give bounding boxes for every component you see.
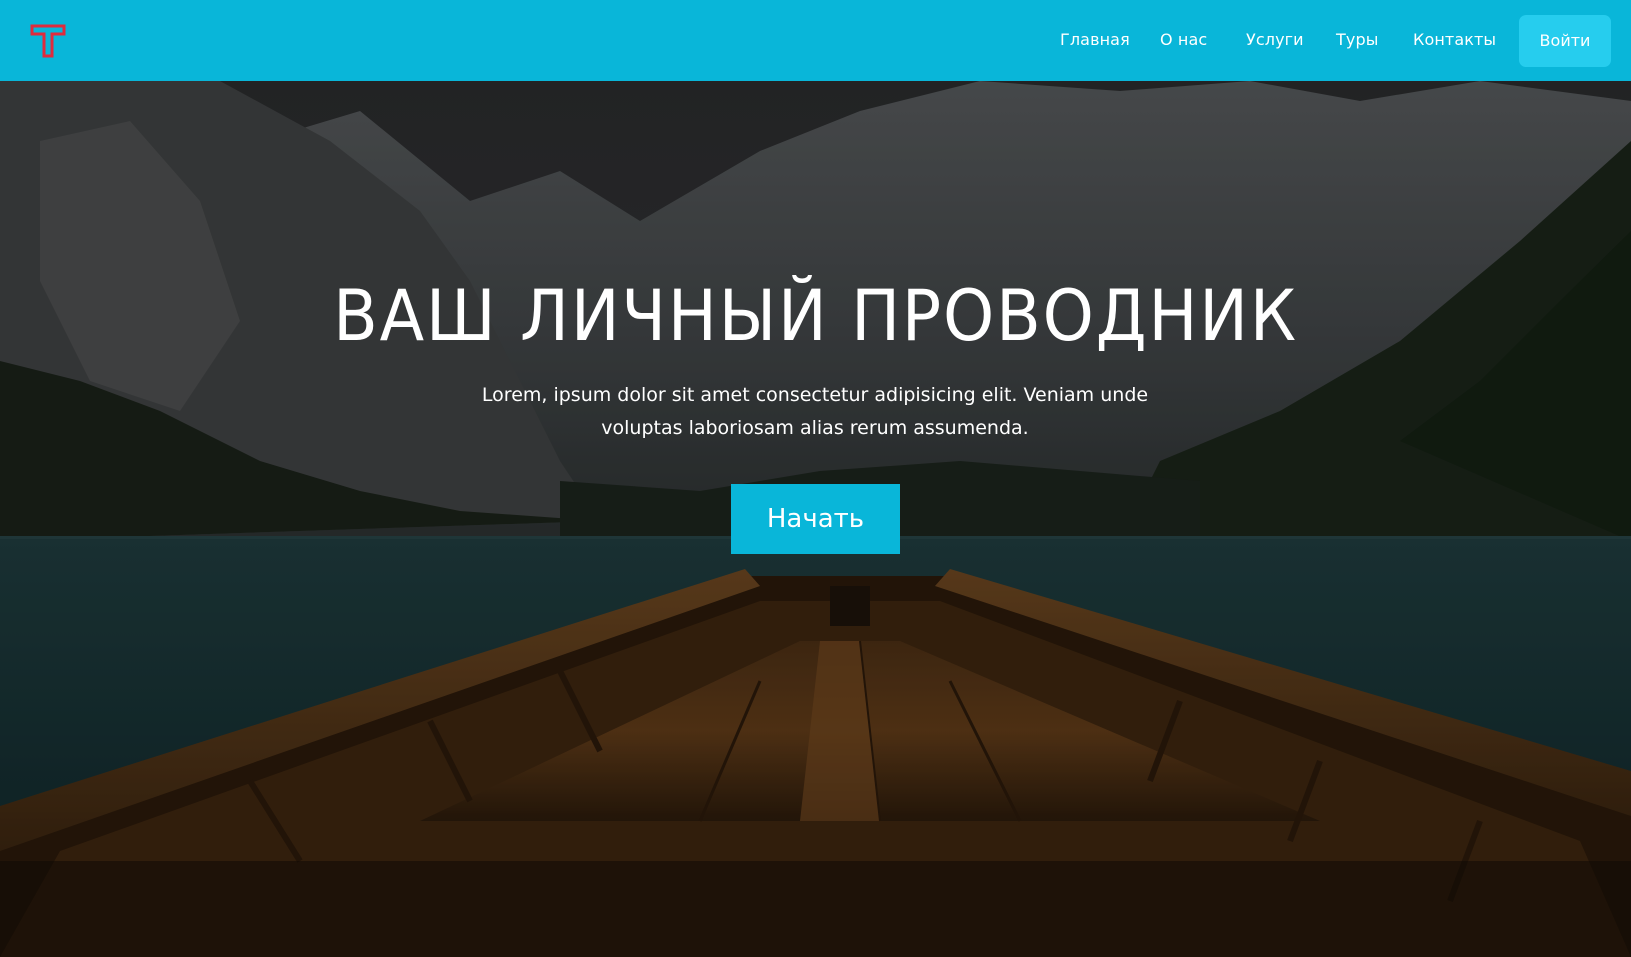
hero-title: ВАШ ЛИЧНЫЙ ПРОВОДНИК <box>333 275 1298 357</box>
nav-item-services[interactable]: Услуги <box>1246 29 1304 51</box>
login-button[interactable]: Войти <box>1519 15 1611 67</box>
hero-description: Lorem, ipsum dolor sit amet consectetur … <box>481 384 1149 439</box>
nav-item-contacts[interactable]: Контакты <box>1413 29 1496 51</box>
nav-item-home[interactable]: Главная <box>1060 29 1130 51</box>
start-button[interactable]: Начать <box>731 484 900 554</box>
site-header: Главная О нас Услуги Туры Контакты Войти <box>0 0 1631 81</box>
nav-item-tours[interactable]: Туры <box>1336 29 1378 51</box>
nav-item-about[interactable]: О нас <box>1160 29 1207 51</box>
letter-t-logo-icon[interactable] <box>30 24 66 58</box>
hero-section: ВАШ ЛИЧНЫЙ ПРОВОДНИК Lorem, ipsum dolor … <box>0 81 1631 957</box>
